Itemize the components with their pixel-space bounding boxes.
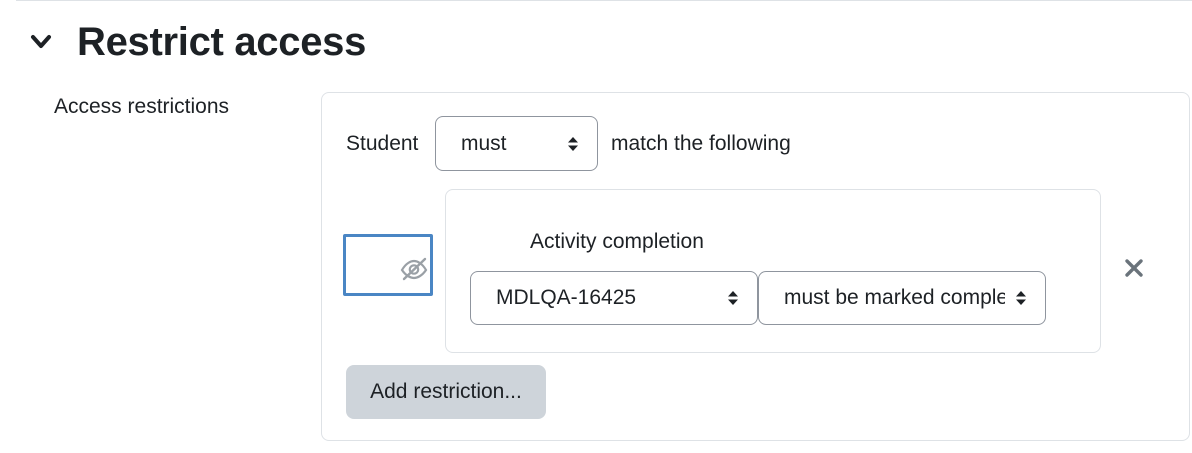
select-arrows-icon xyxy=(728,291,738,305)
student-label: Student xyxy=(346,132,419,155)
completion-select-value: must be marked complete xyxy=(784,286,1005,309)
top-divider xyxy=(16,0,1192,1)
condition-title: Activity completion xyxy=(530,230,704,253)
select-arrows-icon xyxy=(1016,291,1026,305)
close-icon[interactable] xyxy=(1124,258,1144,278)
activity-select[interactable]: MDLQA-16425 xyxy=(470,271,758,325)
activity-select-value: MDLQA-16425 xyxy=(496,286,637,309)
access-restrictions-label: Access restrictions xyxy=(54,95,230,118)
completion-status-select[interactable]: must be marked complete xyxy=(758,271,1046,325)
section-title[interactable]: Restrict access xyxy=(77,16,366,68)
eye-toggle-button[interactable] xyxy=(343,234,433,296)
select-arrows-icon xyxy=(568,136,578,151)
match-following-label: match the following xyxy=(611,132,791,155)
must-select[interactable]: must xyxy=(435,116,598,171)
add-restriction-button[interactable]: Add restriction... xyxy=(346,365,546,419)
chevron-down-icon[interactable] xyxy=(29,33,53,51)
eye-slash-icon xyxy=(400,257,428,281)
